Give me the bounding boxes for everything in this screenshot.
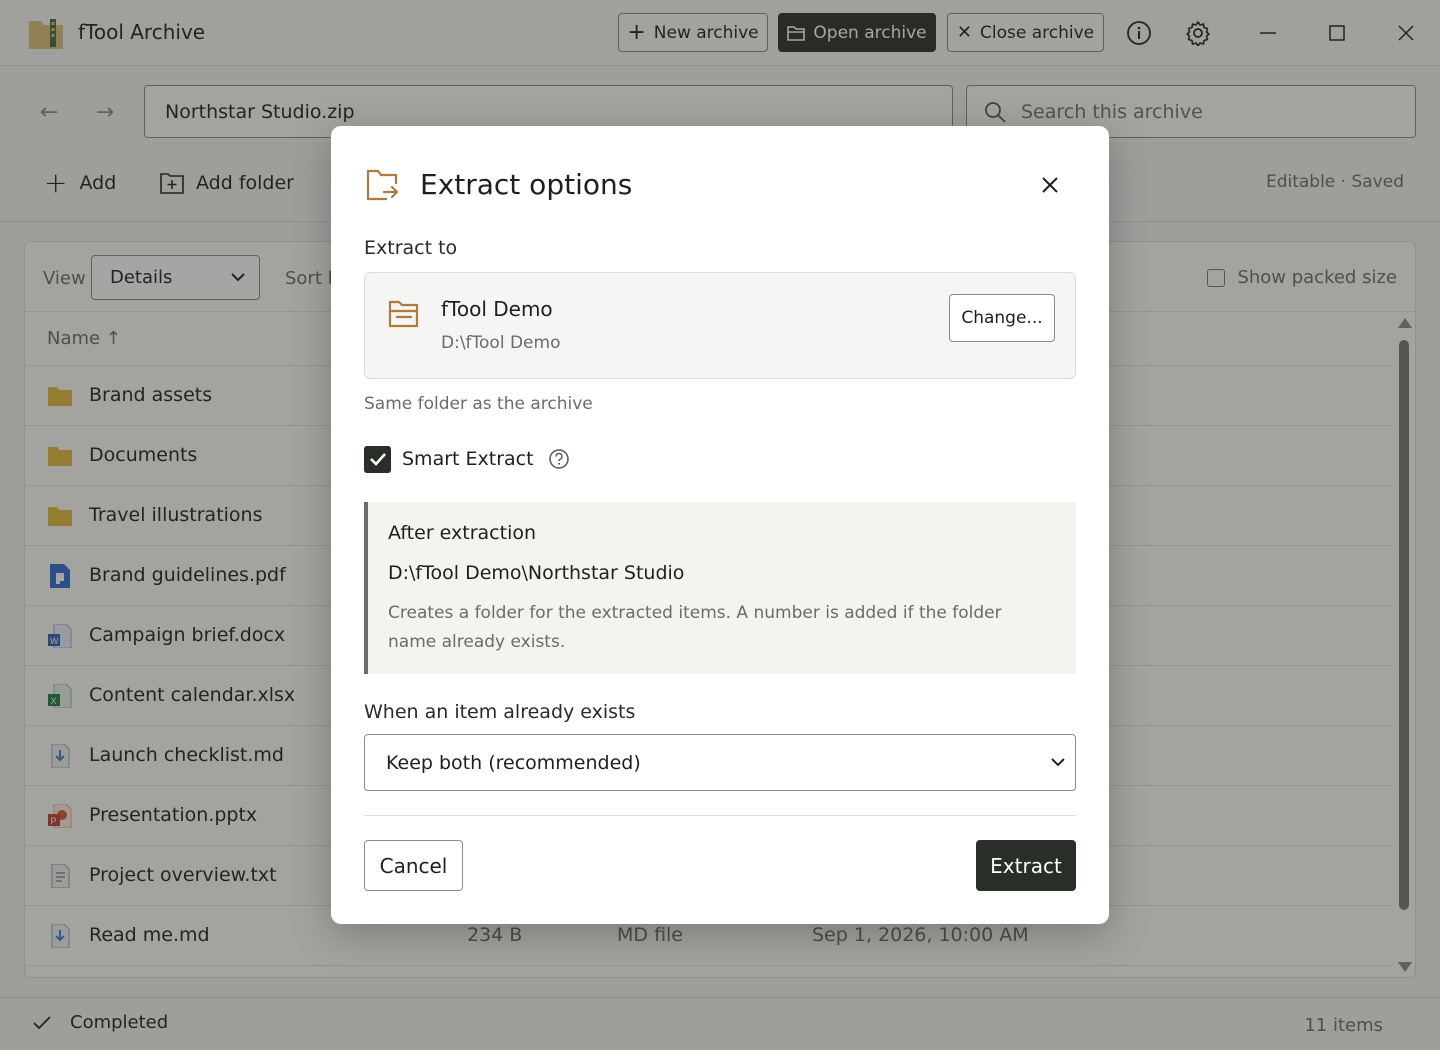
destination-path: D:\fTool Demo bbox=[441, 333, 561, 353]
folder-open-icon bbox=[388, 300, 419, 328]
smart-extract-checkbox[interactable] bbox=[364, 445, 391, 473]
existing-item-label: When an item already exists bbox=[364, 701, 636, 723]
existing-item-select[interactable]: Keep both (recommended) bbox=[364, 734, 1076, 791]
dialog-title: Extract options bbox=[420, 168, 633, 201]
existing-item-select-value: Keep both (recommended) bbox=[386, 751, 641, 774]
change-destination-button[interactable]: Change... bbox=[949, 294, 1055, 342]
after-extraction-path: D:\fTool Demo\Northstar Studio bbox=[388, 562, 685, 584]
help-icon[interactable] bbox=[548, 448, 570, 470]
extract-options-dialog: Extract options Extract to fTool Demo D:… bbox=[331, 126, 1109, 924]
folder-export-icon bbox=[366, 169, 399, 201]
dialog-divider bbox=[364, 815, 1076, 816]
chevron-down-icon bbox=[1051, 758, 1065, 767]
smart-extract-label[interactable]: Smart Extract bbox=[402, 448, 534, 470]
checkmark-icon bbox=[369, 453, 386, 466]
after-extraction-title: After extraction bbox=[388, 522, 537, 544]
extract-button[interactable]: Extract bbox=[976, 840, 1076, 891]
after-extraction-panel: After extraction D:\fTool Demo\Northstar… bbox=[364, 502, 1076, 674]
cancel-button[interactable]: Cancel bbox=[364, 840, 463, 891]
destination-hint: Same folder as the archive bbox=[364, 394, 593, 414]
extract-to-label: Extract to bbox=[364, 237, 458, 259]
smart-extract-row: Smart Extract bbox=[364, 445, 570, 473]
destination-name: fTool Demo bbox=[441, 297, 553, 321]
dialog-close-icon[interactable] bbox=[1035, 170, 1065, 200]
after-extraction-description: Creates a folder for the extracted items… bbox=[388, 603, 1002, 652]
destination-card: fTool Demo D:\fTool Demo Change... bbox=[364, 272, 1076, 379]
